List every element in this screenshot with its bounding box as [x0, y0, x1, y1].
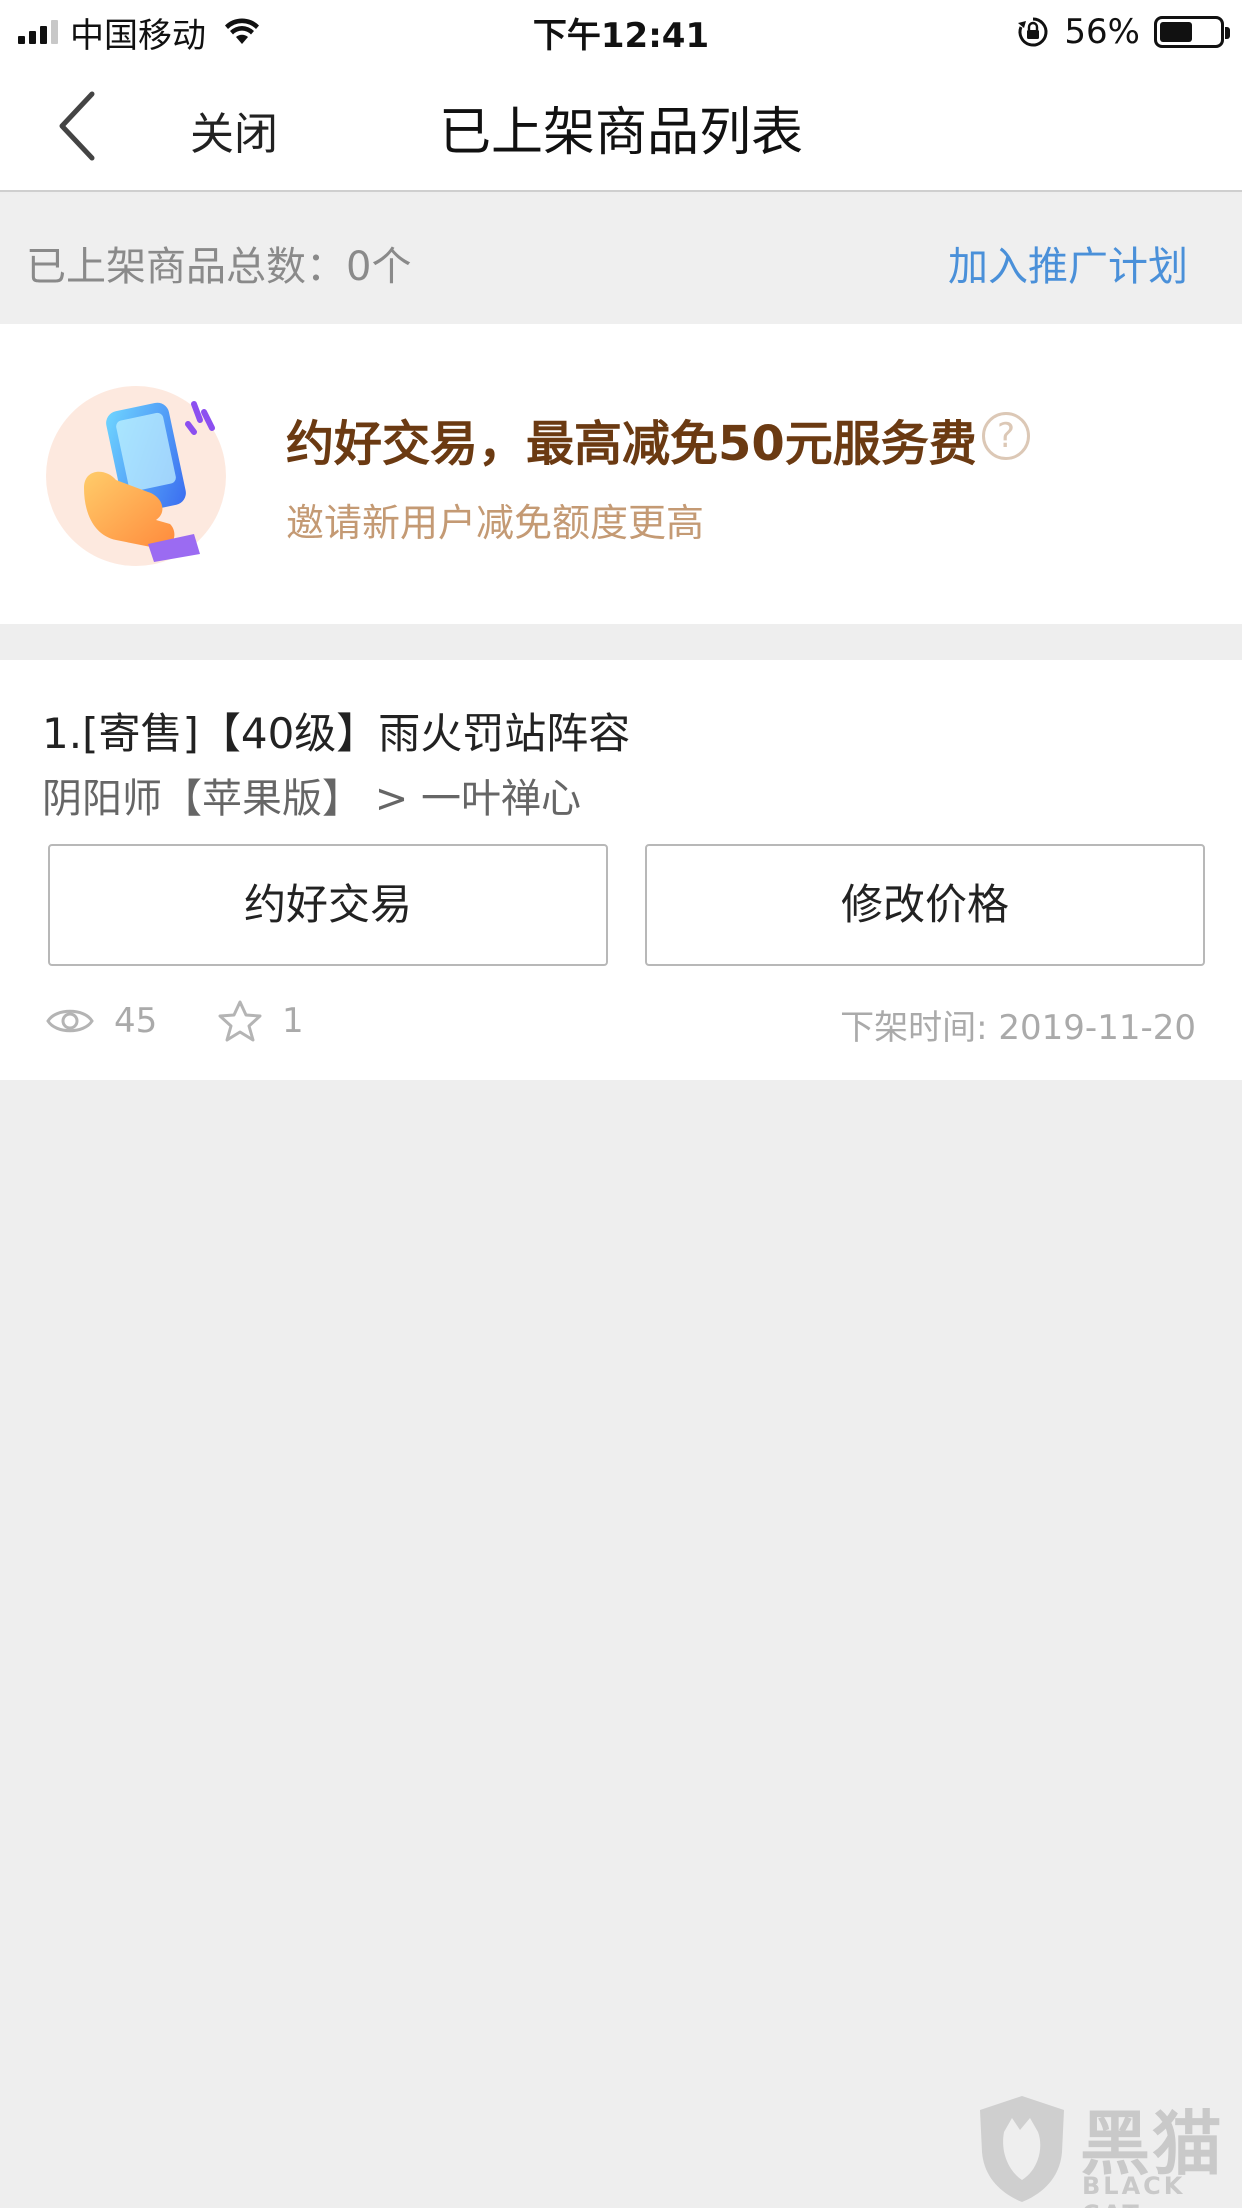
battery-fill	[1160, 22, 1193, 42]
status-right: 56%	[1016, 10, 1230, 54]
edit-price-button[interactable]: 修改价格	[645, 844, 1205, 966]
battery-percent: 56%	[1064, 12, 1140, 52]
watermark: 黑猫 BLACK CAT	[962, 2088, 1242, 2208]
status-bar: 中国移动 下午12:41 56%	[0, 0, 1242, 62]
help-icon[interactable]: ?	[982, 412, 1030, 460]
views-count: 45	[114, 1001, 158, 1041]
nav-bar: 关闭 已上架商品列表	[0, 62, 1242, 192]
promo-subtitle: 邀请新用户减免额度更高	[286, 501, 705, 545]
promo-title: 约好交易，最高减免50元服务费	[286, 416, 977, 472]
phone-hand-illustration	[46, 386, 226, 566]
summary-bar: 已上架商品总数：0个 加入推广计划	[0, 194, 1242, 324]
page: 中国移动 下午12:41 56% 关闭 已上架商品列表 已上架商品总数：0个 加…	[0, 0, 1242, 2208]
eye-icon	[46, 1009, 94, 1033]
listed-count: 已上架商品总数：0个	[26, 244, 412, 290]
favorites-stat: 1	[218, 996, 304, 1046]
views-stat: 45	[46, 996, 157, 1046]
black-cat-logo-icon	[980, 2096, 1064, 2202]
offline-time: 下架时间: 2019-11-20	[840, 1008, 1196, 1048]
page-title: 已上架商品列表	[438, 103, 803, 163]
favorites-count: 1	[282, 1001, 304, 1041]
listing-card[interactable]: 1.[寄售]【40级】雨火罚站阵容 阴阳师【苹果版】 > 一叶禅心 约好交易 修…	[0, 660, 1242, 1080]
listing-game: 阴阳师【苹果版】 > 一叶禅心	[42, 776, 581, 822]
join-promotion-link[interactable]: 加入推广计划	[948, 234, 1188, 292]
listing-title: 1.[寄售]【40级】雨火罚站阵容	[42, 709, 631, 758]
star-icon	[218, 1000, 262, 1042]
orientation-lock-icon	[1018, 17, 1048, 47]
deal-button[interactable]: 约好交易	[48, 844, 608, 966]
watermark-en: BLACK CAT	[1082, 2172, 1186, 2208]
battery-icon	[1154, 16, 1230, 48]
promo-banner[interactable]: 约好交易，最高减免50元服务费 ? 邀请新用户减免额度更高	[0, 324, 1242, 624]
